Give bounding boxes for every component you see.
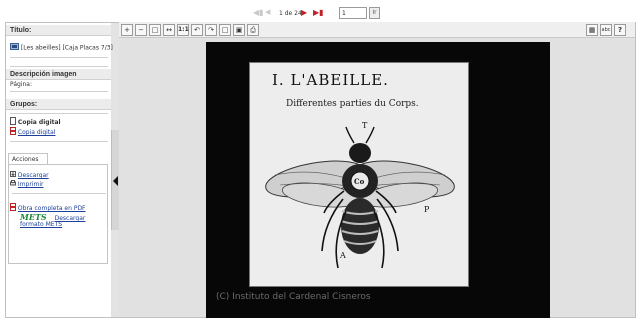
descripcion-heading: Descripción imagen xyxy=(6,69,111,80)
plate-image: I. L'ABEILLE. Differentes parties du Cor… xyxy=(249,62,469,287)
sidebar: Título: [Les abeilles] [Caja Placas 7/3]… xyxy=(6,23,113,317)
divider xyxy=(10,113,108,114)
titulo-row[interactable]: [Les abeilles] [Caja Placas 7/3] xyxy=(10,43,113,53)
divider xyxy=(10,141,108,142)
page-info: 1 de 24 xyxy=(279,10,302,17)
divider xyxy=(12,193,106,194)
titulo-value: [Les abeilles] [Caja Placas 7/3] xyxy=(20,44,113,52)
next-page-icon[interactable]: ▶ xyxy=(301,8,307,17)
divider xyxy=(10,57,108,58)
rotate-left-icon[interactable]: ↶ xyxy=(191,24,203,36)
fit-width-icon[interactable]: ↔ xyxy=(163,24,175,36)
actual-size-button[interactable]: 1:1 xyxy=(177,24,189,36)
formato-mets-link[interactable]: formato METS xyxy=(20,221,62,228)
bee-illustration xyxy=(265,126,455,269)
image-icon xyxy=(10,43,19,53)
grupos-heading: Grupos: xyxy=(6,99,111,110)
zoom-in-icon[interactable]: + xyxy=(121,24,133,36)
printer-icon xyxy=(10,180,16,189)
last-page-icon[interactable]: ▶▮ xyxy=(313,8,324,17)
divider xyxy=(10,91,108,92)
descargar-mets-line2[interactable]: formato METS xyxy=(20,221,62,229)
thumbnails-icon[interactable]: ▦ xyxy=(586,24,598,36)
pdf-icon xyxy=(10,203,16,214)
print-icon[interactable]: ⎙ xyxy=(247,24,259,36)
page-number-input[interactable] xyxy=(339,7,367,19)
first-page-icon[interactable]: ◀▮ xyxy=(253,8,264,17)
pager-bar: ◀▮ ◀ 1 de 24 ▶ ▶▮ Ir xyxy=(0,0,640,22)
divider xyxy=(10,66,108,67)
download-icon xyxy=(10,171,16,180)
help-icon[interactable]: ? xyxy=(614,24,626,36)
go-button[interactable]: Ir xyxy=(369,7,380,19)
imprimir-link[interactable]: Imprimir xyxy=(18,181,44,188)
obra-pdf-link[interactable]: Obra completa en PDF xyxy=(18,205,86,212)
pagina-label: Página: xyxy=(10,81,33,88)
titulo-heading: Título: xyxy=(6,25,111,36)
label-p: P xyxy=(424,205,430,214)
fit-page-icon[interactable]: □ xyxy=(149,24,161,36)
label-t: T xyxy=(362,121,368,130)
copyright-watermark: (C) Instituto del Cardenal Cisneros xyxy=(216,292,371,302)
descargar-row[interactable]: Descargar xyxy=(10,171,49,180)
collapse-sidebar-handle[interactable] xyxy=(111,130,119,230)
previous-page-icon[interactable]: ◀ xyxy=(265,8,270,17)
rotate-right-icon[interactable]: ↷ xyxy=(205,24,217,36)
label-a: A xyxy=(340,251,346,260)
viewer-toolbar: + − □ ↔ 1:1 ↶ ↷ □ ▣ ⎙ ▦ abc ? xyxy=(119,22,635,38)
crop-icon[interactable]: □ xyxy=(219,24,231,36)
imprimir-row[interactable]: Imprimir xyxy=(10,180,43,189)
label-co: Co xyxy=(354,177,365,186)
descargar-link[interactable]: Descargar xyxy=(18,172,49,179)
copia-digital-bold: Copia digital xyxy=(17,119,61,126)
copia-digital-link[interactable]: Copia digital xyxy=(18,129,56,136)
text-view-icon[interactable]: abc xyxy=(600,24,612,36)
collapse-arrow-icon xyxy=(113,176,118,186)
save-icon[interactable]: ▣ xyxy=(233,24,245,36)
pdf-icon xyxy=(10,127,16,138)
copia-digital-link-row[interactable]: Copia digital xyxy=(10,127,56,138)
zoom-out-icon[interactable]: − xyxy=(135,24,147,36)
